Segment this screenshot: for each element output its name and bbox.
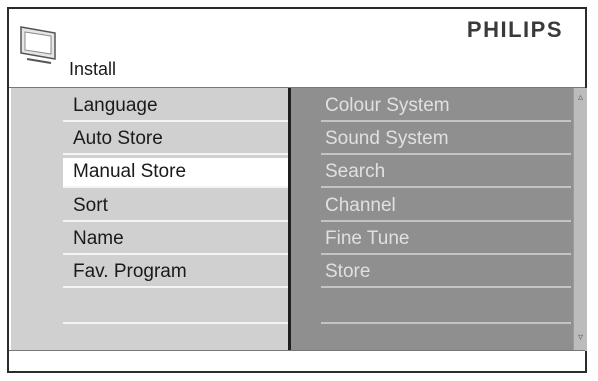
submenu-item-sound-system[interactable]: Sound System — [321, 125, 571, 155]
submenu-item-store[interactable]: Store — [321, 258, 571, 288]
submenu-separator — [321, 322, 571, 324]
menu-item-name[interactable]: Name — [63, 225, 289, 255]
tv-menu-screen: PHILIPS Install Language Auto Store Manu… — [7, 7, 587, 373]
brand-logo: PHILIPS — [466, 17, 563, 42]
submenu-item-fine-tune[interactable]: Fine Tune — [321, 225, 571, 255]
scroll-down-icon[interactable]: ▿ — [574, 332, 587, 343]
menu-item-fav-program[interactable]: Fav. Program — [63, 258, 289, 288]
menu-item-auto-store[interactable]: Auto Store — [63, 125, 289, 155]
page-title: Install — [69, 59, 117, 79]
submenu-item-search[interactable]: Search — [321, 158, 571, 188]
submenu-item-channel[interactable]: Channel — [321, 192, 571, 222]
manual-store-submenu: Colour System Sound System Search Channe… — [291, 88, 577, 351]
scrollbar[interactable]: ▵ ▿ — [573, 88, 587, 351]
submenu-item-colour-system[interactable]: Colour System — [321, 92, 571, 122]
tv-icon — [20, 26, 56, 64]
menu-item-manual-store[interactable]: Manual Store — [63, 158, 289, 188]
footer-divider — [9, 350, 585, 351]
menu-separator — [63, 322, 289, 324]
scroll-up-icon[interactable]: ▵ — [574, 92, 587, 103]
install-menu: Language Auto Store Manual Store Sort Na… — [11, 88, 289, 351]
menu-item-sort[interactable]: Sort — [63, 192, 289, 222]
menu-item-language[interactable]: Language — [63, 92, 289, 122]
